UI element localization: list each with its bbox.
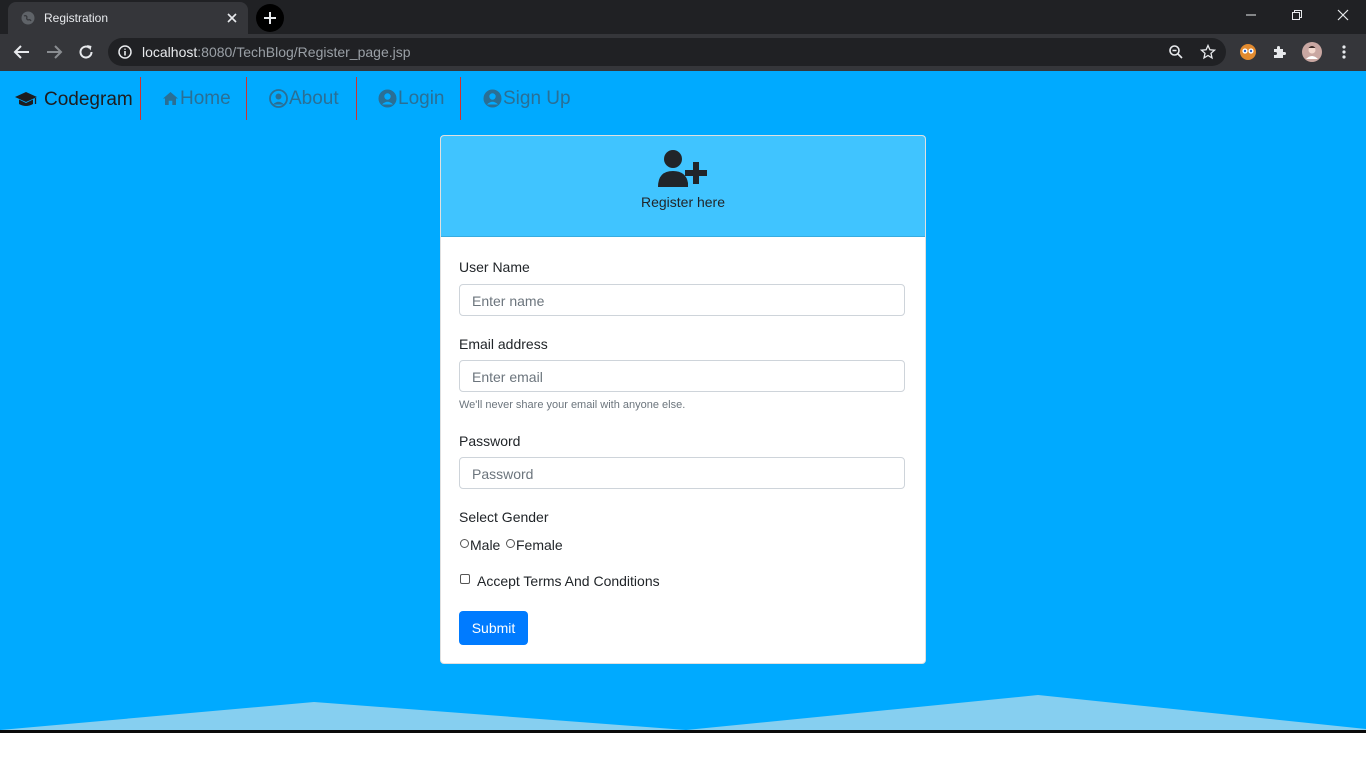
email-label: Email address <box>459 336 548 352</box>
brand-name: Codegram <box>44 89 133 110</box>
nav-login[interactable]: Login <box>378 77 445 120</box>
tab-title: Registration <box>44 11 109 25</box>
nav-signup-label: Sign Up <box>503 87 571 109</box>
navbar: Codegram Home About Login Sign Up <box>0 71 1366 128</box>
browser-tab[interactable]: Registration <box>8 2 248 34</box>
graduation-cap-icon <box>15 92 37 106</box>
terms-label: Accept Terms And Conditions <box>477 573 660 589</box>
close-window-button[interactable] <box>1320 0 1366 30</box>
close-icon <box>1337 9 1349 21</box>
browser-menu-button[interactable] <box>1334 42 1354 62</box>
submit-button[interactable]: Submit <box>459 611 528 645</box>
new-tab-button[interactable] <box>256 4 284 32</box>
username-input[interactable]: Enter name <box>459 284 905 316</box>
extensions-button[interactable] <box>1270 42 1290 62</box>
wave-decoration <box>0 695 1366 730</box>
nav-divider <box>460 77 461 120</box>
email-placeholder: Enter email <box>472 369 543 385</box>
gender-male-radio[interactable] <box>460 539 469 548</box>
gender-female-label: Female <box>516 537 563 553</box>
password-label: Password <box>459 433 521 449</box>
nav-home-label: Home <box>180 87 231 109</box>
email-help-text: We'll never share your email with anyone… <box>459 399 686 411</box>
plus-icon <box>264 12 276 24</box>
page-content: Codegram Home About Login Sign Up Regist… <box>0 71 1366 730</box>
profile-avatar[interactable] <box>1302 42 1322 62</box>
card-header: Register here <box>441 136 925 237</box>
nav-divider <box>140 77 141 120</box>
extension-icon[interactable] <box>1238 42 1258 62</box>
nav-about[interactable]: About <box>269 77 339 120</box>
gender-label: Select Gender <box>459 509 549 525</box>
email-input[interactable]: Enter email <box>459 360 905 392</box>
browser-tab-bar: Registration <box>0 0 1366 34</box>
terms-checkbox[interactable] <box>460 574 470 584</box>
nav-signup[interactable]: Sign Up <box>483 77 571 120</box>
navbar-brand[interactable]: Codegram <box>14 88 133 112</box>
restore-button[interactable] <box>1274 0 1320 30</box>
password-input[interactable]: Password <box>459 457 905 489</box>
restore-icon <box>1292 10 1302 20</box>
browser-toolbar: localhost:8080/TechBlog/Register_page.js… <box>0 34 1366 71</box>
back-button[interactable] <box>10 40 34 64</box>
arrow-left-icon <box>13 45 29 59</box>
user-circle-icon <box>269 89 288 108</box>
forward-button[interactable] <box>42 40 66 64</box>
username-placeholder: Enter name <box>472 293 545 309</box>
home-icon <box>163 92 178 105</box>
minimize-icon <box>1246 14 1256 16</box>
close-tab-icon[interactable] <box>224 10 240 26</box>
nav-about-label: About <box>289 87 339 109</box>
gender-male-label: Male <box>470 537 501 553</box>
username-label: User Name <box>459 259 530 275</box>
avatar-icon <box>1302 42 1322 62</box>
taskbar-strip <box>0 730 1366 733</box>
registration-card: Register here User Name Enter name Email… <box>440 135 926 664</box>
arrow-right-icon <box>47 45 63 59</box>
puzzle-icon <box>1274 46 1286 58</box>
password-placeholder: Password <box>472 466 534 482</box>
nav-login-label: Login <box>398 87 445 109</box>
more-vertical-icon <box>1342 45 1346 59</box>
nav-divider <box>246 77 247 120</box>
bookmark-star-icon[interactable] <box>1200 44 1216 60</box>
nav-home[interactable]: Home <box>162 77 231 120</box>
user-circle-icon <box>483 89 502 108</box>
nav-divider <box>356 77 357 120</box>
owl-extension-icon <box>1240 44 1256 60</box>
globe-icon <box>21 11 35 25</box>
minimize-button[interactable] <box>1228 0 1274 30</box>
gender-female-radio[interactable] <box>506 539 515 548</box>
user-plus-icon <box>658 150 707 187</box>
reload-icon <box>79 45 93 59</box>
user-circle-icon <box>378 89 397 108</box>
zoom-icon[interactable] <box>1168 44 1184 60</box>
register-heading: Register here <box>640 194 726 210</box>
info-icon[interactable] <box>118 45 132 59</box>
reload-button[interactable] <box>74 40 98 64</box>
address-bar[interactable]: localhost:8080/TechBlog/Register_page.js… <box>108 38 1226 66</box>
url-text: localhost:8080/TechBlog/Register_page.js… <box>142 44 411 60</box>
